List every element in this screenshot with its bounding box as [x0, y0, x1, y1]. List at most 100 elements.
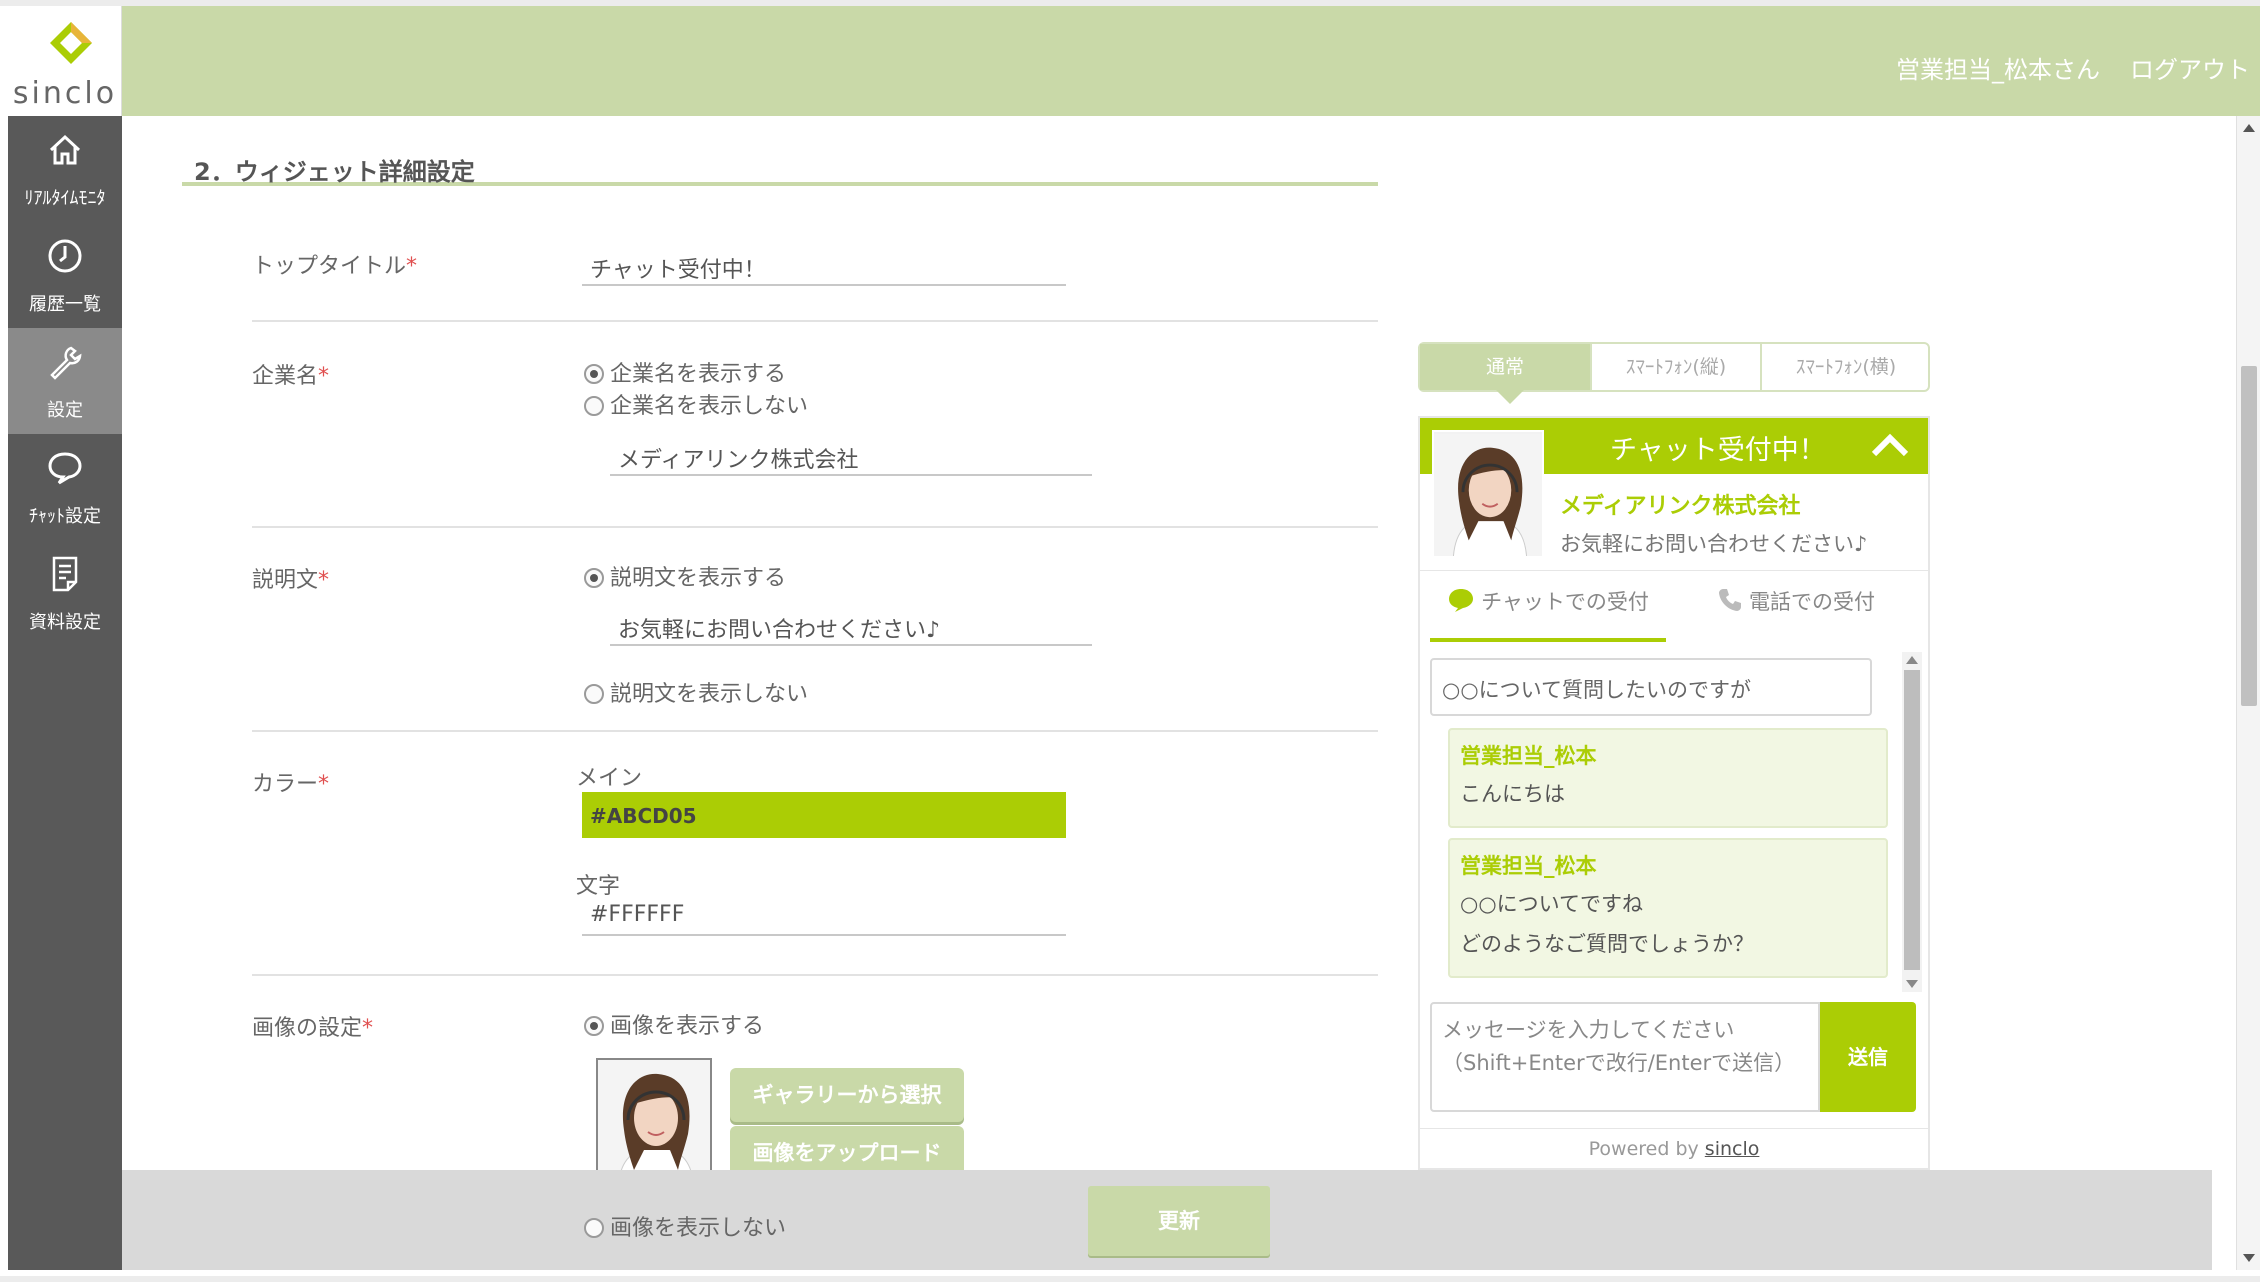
sidebar-item-history[interactable]: 履歴一覧	[8, 222, 122, 328]
scroll-thumb[interactable]	[2241, 366, 2257, 706]
scroll-down-arrow-icon[interactable]	[1906, 980, 1918, 988]
row-divider	[252, 974, 1378, 976]
scroll-down-arrow-icon[interactable]	[2243, 1254, 2255, 1262]
row-divider	[252, 730, 1378, 732]
powered-by: Powered by sinclo	[1420, 1128, 1928, 1168]
radio-label: 説明文を表示する	[610, 566, 787, 591]
operator-avatar-icon	[1434, 434, 1542, 556]
company-hide-radio[interactable]: 企業名を表示しない	[584, 388, 808, 420]
widget-subtabs: チャットでの受付 電話での受付	[1420, 570, 1928, 643]
sidebar-item-settings[interactable]: 設定	[8, 328, 122, 434]
page-scrollbar[interactable]	[2236, 116, 2260, 1270]
image-label-text: 画像の設定	[252, 1016, 363, 1041]
company-show-radio[interactable]: 企業名を表示する	[584, 356, 786, 388]
operator-image-thumbnail	[596, 1058, 712, 1186]
logo-mark-icon	[50, 22, 92, 64]
subtab-label: チャットでの受付	[1481, 590, 1649, 614]
sidebar-item-realtime-monitor[interactable]: ﾘｱﾙﾀｲﾑﾓﾆﾀ	[8, 116, 122, 222]
sidebar-item-label: 設定	[47, 400, 83, 421]
subtab-label: 電話での受付	[1749, 590, 1875, 614]
message-input[interactable]: メッセージを入力してください （Shift+Enterで改行/Enterで送信）	[1430, 1002, 1820, 1112]
operator-message: 営業担当_松本 こんにちは	[1448, 728, 1888, 828]
phone-icon	[1719, 589, 1741, 611]
input-placeholder: メッセージを入力してください	[1442, 1018, 1735, 1042]
powered-by-text: Powered by	[1588, 1138, 1705, 1160]
required-mark: *	[406, 254, 418, 279]
scroll-up-arrow-icon[interactable]	[2243, 124, 2255, 132]
main-color-label: メイン	[576, 766, 643, 791]
radio-label: 画像を表示しない	[610, 1216, 787, 1241]
tab-normal[interactable]: 通常	[1420, 344, 1590, 390]
widget-scrollbar[interactable]	[1902, 652, 1922, 992]
customer-question-bubble: ○○について質問したいのですが	[1430, 658, 1872, 716]
color-label-text: カラー	[252, 772, 319, 797]
widget-description: お気軽にお問い合わせください♪	[1560, 532, 1868, 556]
tab-smartphone-portrait[interactable]: ｽﾏｰﾄﾌｫﾝ(縦)	[1590, 344, 1760, 390]
send-button[interactable]: 送信	[1820, 1002, 1916, 1112]
input-placeholder: （Shift+Enterで改行/Enterで送信）	[1442, 1051, 1796, 1075]
widget-chat-body: ○○について質問したいのですが 営業担当_松本 こんにちは 営業担当_松本 ○○…	[1420, 642, 1928, 996]
color-label: カラー*	[252, 766, 329, 798]
radio-dot	[584, 1218, 604, 1238]
sidebar-item-chat-settings[interactable]: ﾁｬｯﾄ設定	[8, 434, 122, 540]
description-label: 説明文*	[252, 562, 329, 594]
scroll-thumb[interactable]	[1904, 670, 1920, 970]
speech-bubble-icon	[48, 452, 82, 485]
logo[interactable]: sinclo	[8, 6, 122, 116]
required-mark: *	[362, 1016, 374, 1041]
sidebar-item-document-settings[interactable]: 資料設定	[8, 540, 122, 646]
user-name: 営業担当_松本さん	[1896, 56, 2100, 84]
image-hide-radio[interactable]: 画像を表示しない	[584, 1210, 786, 1242]
radio-label: 企業名を表示しない	[610, 394, 809, 419]
image-show-radio[interactable]: 画像を表示する	[584, 1008, 764, 1040]
sidebar-item-label: 資料設定	[29, 612, 101, 633]
sidebar-item-label: ﾘｱﾙﾀｲﾑﾓﾆﾀ	[24, 188, 106, 209]
bottom-action-bar: 画像を表示しない 更新	[122, 1170, 2212, 1270]
top-title-label-text: トップタイトル	[252, 254, 407, 279]
tab-smartphone-landscape[interactable]: ｽﾏｰﾄﾌｫﾝ(横)	[1760, 344, 1930, 390]
description-hide-radio[interactable]: 説明文を表示しない	[584, 676, 808, 708]
gallery-select-button[interactable]: ギャラリーから選択	[730, 1068, 964, 1122]
update-button[interactable]: 更新	[1088, 1186, 1270, 1256]
chevron-up-icon[interactable]	[1870, 430, 1910, 460]
sidebar-item-label: 履歴一覧	[29, 294, 101, 315]
company-name-input[interactable]: メディアリンク株式会社	[610, 436, 1092, 476]
sidebar: ﾘｱﾙﾀｲﾑﾓﾆﾀ 履歴一覧 設定 ﾁｬｯﾄ設定 資料設定	[8, 116, 122, 1270]
radio-label: 企業名を表示する	[610, 362, 787, 387]
top-title-label: トップタイトル*	[252, 248, 417, 280]
scroll-up-arrow-icon[interactable]	[1906, 656, 1918, 664]
radio-label: 説明文を表示しない	[610, 682, 809, 707]
active-tab-pointer	[1496, 390, 1524, 404]
row-divider	[252, 320, 1378, 322]
widget-operator-avatar	[1432, 430, 1544, 558]
top-title-input[interactable]: チャット受付中！	[582, 246, 1066, 286]
required-mark: *	[318, 364, 330, 389]
sinclo-link[interactable]: sinclo	[1705, 1138, 1760, 1160]
radio-dot	[584, 568, 604, 588]
chat-bubble-icon	[1449, 589, 1474, 612]
tab-phone-reception[interactable]: 電話での受付	[1676, 571, 1916, 643]
message-sender: 営業担当_松本	[1460, 744, 1597, 768]
document-icon	[52, 556, 78, 592]
message-line: どのようなご質問でしょうか？	[1460, 932, 1754, 956]
top-header: 営業担当_松本さん ログアウト	[122, 6, 2260, 116]
sidebar-item-label: ﾁｬｯﾄ設定	[29, 506, 101, 527]
description-show-radio[interactable]: 説明文を表示する	[584, 560, 786, 592]
description-label-text: 説明文	[252, 568, 319, 593]
text-color-input[interactable]: #FFFFFF	[582, 896, 1066, 936]
clock-icon	[48, 239, 82, 273]
required-mark: *	[318, 568, 330, 593]
radio-dot	[584, 684, 604, 704]
description-input[interactable]: お気軽にお問い合わせください♪	[610, 606, 1092, 646]
radio-dot	[584, 1016, 604, 1036]
message-line: こんにちは	[1460, 782, 1565, 806]
home-icon	[49, 134, 81, 165]
tab-chat-reception[interactable]: チャットでの受付	[1430, 571, 1666, 643]
radio-dot	[584, 396, 604, 416]
logo-text: sinclo	[12, 76, 118, 111]
required-mark: *	[318, 772, 330, 797]
company-label-text: 企業名	[252, 364, 319, 389]
wrench-icon	[50, 346, 82, 380]
logout-link[interactable]: ログアウト	[2130, 50, 2250, 85]
main-color-input[interactable]: #ABCD05	[582, 792, 1066, 838]
